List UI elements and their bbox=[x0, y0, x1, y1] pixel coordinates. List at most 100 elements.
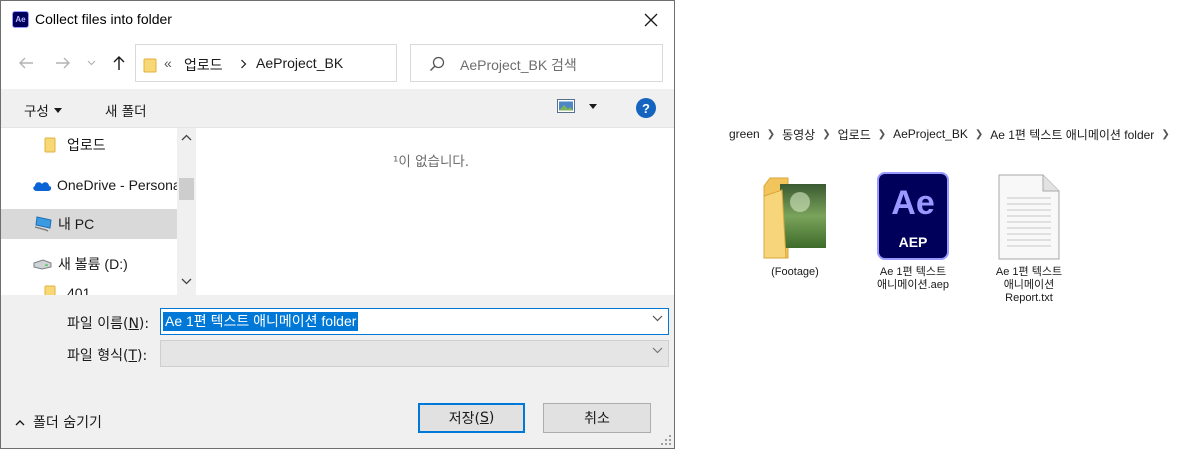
address-bar[interactable]: « 업로드 AeProject_BK bbox=[135, 44, 397, 82]
caret-down-icon bbox=[589, 103, 597, 109]
folder-icon bbox=[143, 58, 157, 73]
folder-footage-icon bbox=[745, 170, 845, 260]
aep-icon-text: Ae bbox=[891, 184, 935, 222]
forward-button[interactable] bbox=[51, 49, 75, 77]
folder-icon bbox=[44, 285, 56, 295]
breadcrumb-folder[interactable]: Ae 1편 텍스트 애니메이션 folder bbox=[990, 126, 1154, 143]
explorer-item-aep[interactable]: Ae AEP Ae 1편 텍스트 애니메이션.aep bbox=[863, 170, 963, 292]
navigation-row: « 업로드 AeProject_BK AeProject_BK 검색 bbox=[1, 39, 674, 89]
chevron-up-icon bbox=[15, 419, 25, 425]
close-button[interactable] bbox=[628, 1, 674, 39]
arrow-up-icon bbox=[113, 56, 125, 70]
pc-icon bbox=[34, 216, 52, 232]
nav-item-label: OneDrive - Personal bbox=[57, 177, 177, 193]
save-label-end: ) bbox=[488, 410, 495, 426]
view-icon bbox=[557, 99, 575, 113]
nav-item-label: 업로드 bbox=[67, 137, 106, 153]
nav-item-volume-d[interactable]: 새 볼륨 (D:) bbox=[1, 249, 177, 279]
back-button[interactable] bbox=[14, 49, 38, 77]
chevron-down-icon[interactable] bbox=[652, 347, 663, 354]
scrollbar-thumb[interactable] bbox=[179, 178, 194, 200]
drive-icon bbox=[33, 258, 52, 270]
nav-item-401[interactable]: 401 bbox=[1, 278, 177, 295]
name-line: 애니메이션.aep bbox=[876, 279, 949, 291]
explorer-item-name: Ae 1편 텍스트 애니메이션 Report.txt bbox=[979, 266, 1079, 305]
close-icon bbox=[644, 13, 658, 27]
filetype-label-text: 파일 형식( bbox=[67, 348, 129, 364]
filename-label-end: ): bbox=[138, 316, 150, 332]
name-line: 애니메이션 bbox=[1003, 279, 1055, 291]
address-crumb-upload[interactable]: 업로드 bbox=[184, 55, 223, 75]
cancel-button[interactable]: 취소 bbox=[543, 403, 651, 433]
filetype-label-end: ): bbox=[137, 348, 148, 364]
after-effects-app-icon: Ae bbox=[12, 11, 29, 28]
chevron-up-icon[interactable] bbox=[181, 134, 192, 141]
onedrive-icon bbox=[33, 181, 52, 191]
explorer-window: green ❯ 동영상 ❯ 업로드 ❯ AeProject_BK ❯ Ae 1편… bbox=[729, 120, 1191, 320]
search-icon bbox=[430, 56, 445, 71]
recent-locations-button[interactable] bbox=[83, 49, 99, 77]
breadcrumb-green[interactable]: green bbox=[729, 127, 760, 141]
explorer-item-report[interactable]: Ae 1편 텍스트 애니메이션 Report.txt bbox=[979, 170, 1079, 305]
collect-files-dialog: Ae Collect files into folder « 업로드 AePro… bbox=[0, 0, 675, 449]
dialog-title: Collect files into folder bbox=[35, 11, 172, 27]
filename-value[interactable]: Ae 1편 텍스트 애니메이션 folder bbox=[163, 312, 359, 331]
chevron-down-icon[interactable] bbox=[181, 278, 192, 285]
caret-down-icon bbox=[53, 107, 62, 113]
command-toolbar: 구성 새 폴더 ? bbox=[1, 89, 674, 128]
explorer-item-name: Ae 1편 텍스트 애니메이션.aep bbox=[863, 266, 963, 292]
navigation-scrollbar[interactable] bbox=[177, 128, 196, 295]
save-label: 저장( bbox=[448, 411, 480, 427]
filename-label-text: 파일 이름( bbox=[67, 316, 129, 332]
explorer-breadcrumb[interactable]: green ❯ 동영상 ❯ 업로드 ❯ AeProject_BK ❯ Ae 1편… bbox=[729, 120, 1191, 148]
chevron-right-icon bbox=[241, 59, 247, 69]
empty-folder-message: ¹이 없습니다. bbox=[393, 154, 470, 170]
nav-item-this-pc[interactable]: 내 PC bbox=[1, 209, 177, 239]
nav-item-label: 401 bbox=[67, 285, 91, 295]
breadcrumb-project[interactable]: AeProject_BK bbox=[893, 127, 968, 141]
filetype-label: 파일 형식(T): bbox=[67, 345, 147, 365]
chevron-down-icon[interactable] bbox=[652, 315, 663, 322]
filetype-accesskey: T bbox=[128, 348, 137, 364]
nav-item-label: 새 볼륨 (D:) bbox=[58, 256, 128, 272]
save-button[interactable]: 저장(S) bbox=[418, 403, 525, 433]
nav-item-onedrive[interactable]: OneDrive - Personal bbox=[1, 170, 177, 200]
name-line: Ae 1편 텍스트 bbox=[879, 266, 947, 278]
help-button[interactable]: ? bbox=[636, 98, 656, 118]
organize-menu[interactable]: 구성 bbox=[24, 100, 62, 120]
breadcrumb-upload[interactable]: 업로드 bbox=[838, 126, 871, 143]
breadcrumb-videos[interactable]: 동영상 bbox=[782, 126, 815, 143]
new-folder-button[interactable]: 새 폴더 bbox=[105, 100, 147, 120]
search-placeholder: AeProject_BK 검색 bbox=[460, 57, 577, 73]
filetype-select[interactable] bbox=[160, 340, 669, 367]
search-box[interactable]: AeProject_BK 검색 bbox=[410, 44, 663, 82]
explorer-item-footage[interactable]: (Footage) bbox=[745, 170, 845, 279]
filename-input[interactable]: Ae 1편 텍스트 애니메이션 folder bbox=[160, 308, 669, 335]
organize-label: 구성 bbox=[24, 104, 49, 120]
nav-item-upload[interactable]: 업로드 bbox=[1, 130, 177, 160]
nav-item-label: 내 PC bbox=[58, 216, 95, 232]
chevron-right-icon: ❯ bbox=[1161, 128, 1170, 140]
file-list-area[interactable]: ¹이 없습니다. bbox=[197, 128, 674, 295]
view-options-button[interactable] bbox=[557, 99, 597, 113]
folder-icon bbox=[44, 137, 56, 153]
resize-grip-icon[interactable] bbox=[661, 435, 671, 445]
hide-folders-toggle[interactable]: 폴더 숨기기 bbox=[15, 412, 102, 432]
title-bar[interactable]: Ae Collect files into folder bbox=[1, 1, 674, 39]
address-crumb-project[interactable]: AeProject_BK bbox=[256, 55, 343, 71]
name-line: Ae 1편 텍스트 bbox=[995, 266, 1063, 278]
after-effects-file-icon: Ae AEP bbox=[863, 170, 963, 260]
aep-icon-ext: AEP bbox=[898, 234, 928, 250]
bottom-panel: 파일 이름(N): Ae 1편 텍스트 애니메이션 folder 파일 형식(T… bbox=[1, 295, 674, 448]
navigation-pane: 업로드 OneDrive - Personal 내 PC 새 볼륨 (D:) 4… bbox=[1, 128, 177, 295]
name-line: Report.txt bbox=[1005, 292, 1053, 304]
arrow-right-icon bbox=[56, 57, 70, 69]
text-file-icon bbox=[979, 170, 1079, 260]
arrow-left-icon bbox=[19, 57, 33, 69]
chevron-right-icon: ❯ bbox=[877, 128, 887, 140]
up-button[interactable] bbox=[107, 49, 131, 77]
address-overflow[interactable]: « bbox=[164, 55, 172, 71]
hide-folders-label: 폴더 숨기기 bbox=[33, 415, 102, 431]
save-accesskey: S bbox=[479, 410, 489, 426]
filename-label: 파일 이름(N): bbox=[67, 313, 149, 333]
